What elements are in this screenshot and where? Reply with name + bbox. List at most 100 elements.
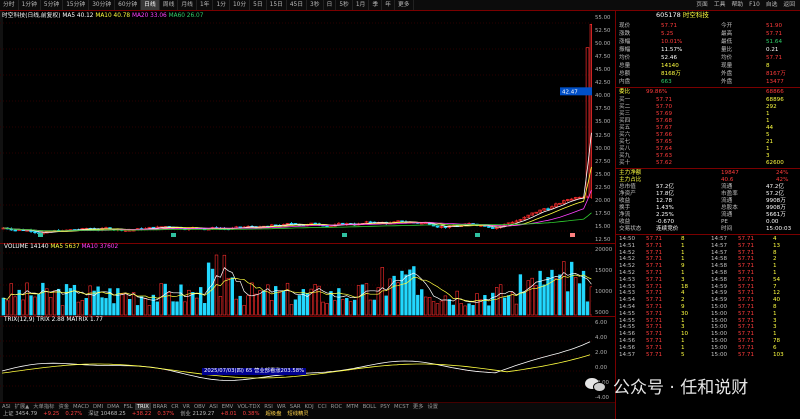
tab-period-15[interactable]: 3秒 xyxy=(307,0,324,10)
tab-period-7[interactable]: 周线 xyxy=(160,0,179,10)
tab-period-2[interactable]: 5分钟 xyxy=(41,0,64,10)
volume-bar xyxy=(131,292,136,316)
tab-period-14[interactable]: 45日 xyxy=(287,0,308,10)
status-right-0[interactable]: 超级盘 xyxy=(263,410,285,419)
volume-chart[interactable] xyxy=(0,243,592,316)
volume-bar xyxy=(439,300,444,316)
tab-period-10[interactable]: 1分 xyxy=(213,0,230,10)
quote-label: 今开 xyxy=(721,23,733,29)
tab-period-21[interactable]: 更多 xyxy=(395,0,414,10)
volume-bar xyxy=(285,282,290,316)
tab-period-4[interactable]: 30分钟 xyxy=(89,0,116,10)
bid-label: 买八 xyxy=(619,146,631,152)
bid-qty: 21 xyxy=(766,139,774,145)
volume-bar xyxy=(112,303,116,316)
quote-label: 涨跌 xyxy=(619,31,631,37)
divider xyxy=(616,87,800,88)
quote-label: 最低 xyxy=(721,39,733,45)
volume-bar xyxy=(562,261,566,316)
fin-label: 总市值 xyxy=(619,184,636,190)
tick-price: 57.71 xyxy=(738,351,755,358)
tab-period-17[interactable]: 5秒 xyxy=(336,0,353,10)
menu-4[interactable]: 自选 xyxy=(763,0,781,10)
candle xyxy=(435,225,440,228)
fundflow-label: 主力净额 xyxy=(619,170,642,176)
volume-bar xyxy=(183,301,187,316)
volume-bar xyxy=(356,285,361,316)
tab-period-3[interactable]: 15分钟 xyxy=(63,0,90,10)
status-item-2: 0.27% xyxy=(65,411,83,417)
tab-period-11[interactable]: 10分 xyxy=(230,0,251,10)
scale-tick: 27.50 xyxy=(595,158,611,165)
tab-period-18[interactable]: 1月 xyxy=(353,0,370,10)
volume-bar xyxy=(234,298,238,316)
menu-2[interactable]: 帮助 xyxy=(728,0,746,10)
bid-qty: 62600 xyxy=(766,160,784,166)
scale-tick: 47.50 xyxy=(595,54,611,61)
volume-bar xyxy=(56,288,61,316)
status-item-5: 0.37% xyxy=(157,411,175,417)
tab-period-0[interactable]: 分时 xyxy=(0,0,19,10)
volume-bar xyxy=(49,297,53,316)
volume-bar xyxy=(155,301,159,316)
status-bar: 上证 3454.79 +9.25 0.27% 深证 10468.25 +38.22 0.3… xyxy=(0,410,615,419)
tab-period-16[interactable]: 日 xyxy=(324,0,337,10)
tab-period-1[interactable]: 1分钟 xyxy=(19,0,41,10)
volume-bar xyxy=(116,288,120,316)
trix-chart[interactable] xyxy=(0,316,592,401)
bid-price: 57.65 xyxy=(656,139,673,145)
volume-bar xyxy=(199,287,203,316)
menu-3[interactable]: F10 xyxy=(746,0,763,10)
stock-header: 605178 时空科技 xyxy=(656,12,709,21)
volume-bar xyxy=(554,278,558,316)
menu-0[interactable]: 页面 xyxy=(693,0,711,10)
bid-label: 买三 xyxy=(619,111,631,117)
volume-bar xyxy=(124,293,128,316)
quote-value: 5.25 xyxy=(661,31,674,37)
scale-tick: 20.00 xyxy=(595,197,611,204)
volume-bar xyxy=(522,291,527,316)
quote-value: 57.71 xyxy=(766,31,783,37)
scale-tick: 2.00 xyxy=(595,350,608,356)
watermark-text: 公众号 · 任和说财 xyxy=(613,377,749,398)
tab-period-19[interactable]: 季 xyxy=(369,0,383,10)
volume-bar xyxy=(558,274,562,316)
volume-bar xyxy=(301,289,306,316)
status-item-1: +9.25 xyxy=(43,411,60,417)
fin-value: 57.2亿 xyxy=(656,184,675,190)
fin-label: 换手 xyxy=(619,205,631,211)
scale-tick: 52.50 xyxy=(595,28,611,35)
fin-label: 流通 xyxy=(721,198,733,204)
volume-bar xyxy=(447,299,452,316)
volume-bar xyxy=(349,301,353,316)
quote-value: 14140 xyxy=(661,63,679,69)
fundflow-val: 40.6 xyxy=(721,177,734,183)
menu-1[interactable]: 工具 xyxy=(711,0,729,10)
menu-5[interactable]: 返回 xyxy=(780,0,798,10)
tab-period-8[interactable]: 月线 xyxy=(178,0,197,10)
event-marker xyxy=(342,233,347,237)
candlestick-chart[interactable]: 42.47 xyxy=(0,11,592,243)
tab-period-13[interactable]: 15日 xyxy=(267,0,287,10)
volume-bar xyxy=(566,291,570,316)
quote-value: 51.90 xyxy=(766,23,783,29)
volume-ma5: MA5 5637 xyxy=(50,244,80,250)
tab-period-9[interactable]: 1年 xyxy=(197,0,214,10)
tab-period-5[interactable]: 60分钟 xyxy=(115,0,142,10)
volume-bar xyxy=(518,274,523,316)
volume-bar xyxy=(29,295,33,316)
volume-bar xyxy=(368,299,373,316)
scale-tick: 6.00 xyxy=(595,320,608,326)
tab-period-20[interactable]: 年 xyxy=(382,0,395,10)
volume-bar xyxy=(13,296,17,316)
tab-period-6[interactable]: 日线 xyxy=(141,0,160,10)
fin-label: 交易状态 xyxy=(619,226,642,232)
quote-label: 现价 xyxy=(619,23,631,29)
volume-bar xyxy=(37,294,41,316)
fin-value: -0.670 xyxy=(656,219,675,225)
volume-bar xyxy=(9,283,13,316)
tab-period-12[interactable]: 5日 xyxy=(250,0,267,10)
quote-value: 8168万 xyxy=(661,71,681,77)
status-right-1[interactable]: 短线精灵 xyxy=(284,410,311,419)
status-item-0: 上证 3454.79 xyxy=(3,411,38,417)
